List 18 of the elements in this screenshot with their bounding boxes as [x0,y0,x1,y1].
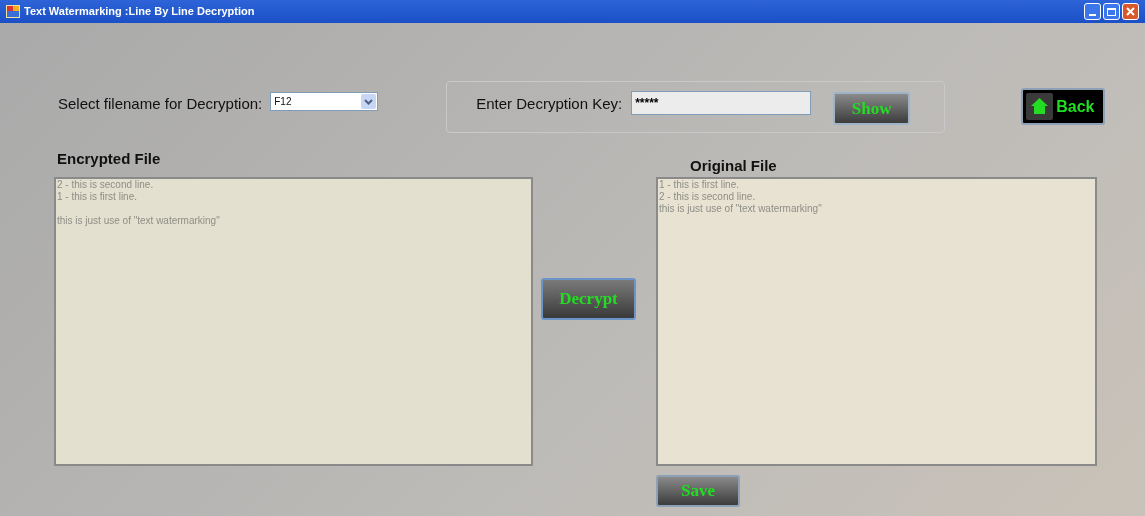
app-icon [6,5,20,18]
window-title: Text Watermarking :Line By Line Decryption [24,4,255,20]
close-icon [1126,7,1135,16]
original-text-area[interactable]: 1 - this is first line. 2 - this is second line. this is just use of "text watermarking" [656,177,1097,466]
close-button[interactable] [1122,3,1139,20]
decrypt-button[interactable]: Decrypt [541,278,636,320]
panel-heading: Encrypted File [57,149,162,169]
save-button[interactable]: Save [656,475,740,507]
show-button[interactable]: Show [833,92,911,125]
panel-heading: Original File [690,157,778,174]
back-button[interactable]: Back [1021,88,1106,125]
field-label: Select filename for Decryption: [58,94,263,114]
filename-dropdown[interactable]: F12 [270,92,379,111]
key-field[interactable]: ***** [631,91,812,115]
maximize-button[interactable] [1103,3,1120,20]
encrypted-text-area[interactable]: 2 - this is second line. 1 - this is first line. this is just use of "text watermarking" [54,177,533,466]
minimize-button[interactable] [1084,3,1101,20]
field-label: Enter Decryption Key: [476,94,623,114]
